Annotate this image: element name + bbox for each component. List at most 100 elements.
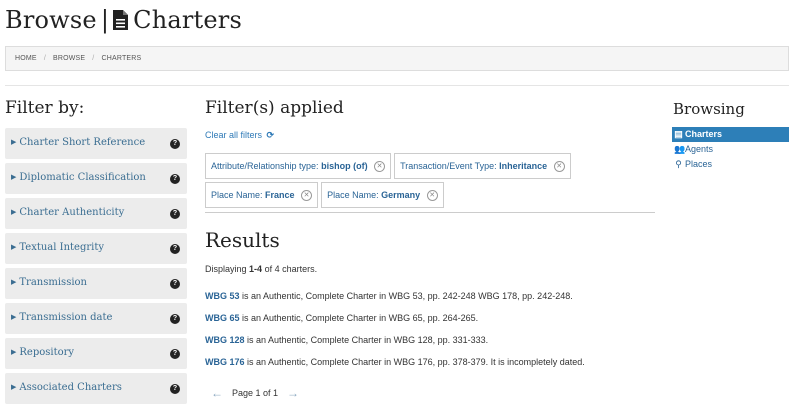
browse-nav-label: Places	[685, 159, 713, 169]
browsing-heading: Browsing	[673, 100, 745, 118]
page-indicator: Page 1 of 1	[232, 388, 279, 398]
caret-right-icon: ▶	[11, 173, 17, 181]
facet-label: Textual Integrity	[19, 242, 105, 253]
result-item: WBG 65 is an Authentic, Complete Charter…	[205, 313, 655, 335]
filter-chip: Place Name: France ✕	[205, 182, 319, 208]
remove-filter-icon[interactable]: ✕	[301, 190, 313, 201]
remove-filter-icon[interactable]: ✕	[374, 161, 386, 172]
results-count: Displaying 1-4 of 4 charters.	[205, 264, 317, 274]
chip-key: Attribute/Relationship type:	[211, 161, 319, 171]
caret-right-icon: ▶	[11, 383, 17, 391]
browse-nav-label: Charters	[685, 129, 723, 139]
next-page-button[interactable]: →	[287, 386, 299, 400]
facet-label: Transmission date	[19, 312, 113, 323]
help-icon[interactable]: ?	[170, 313, 180, 324]
help-icon[interactable]: ?	[170, 243, 180, 254]
facet-transmission[interactable]: ▶ Transmission ?	[5, 268, 187, 299]
pagination: ← Page 1 of 1 →	[211, 386, 299, 400]
facet-repository[interactable]: ▶ Repository ?	[5, 338, 187, 369]
facet-label: Transmission	[19, 277, 87, 288]
chip-key: Place Name:	[211, 190, 263, 200]
title-prefix: Browse	[5, 6, 97, 34]
applied-filter-chips: Attribute/Relationship type: bishop (of)…	[205, 153, 655, 211]
users-icon: 👥	[674, 144, 686, 154]
clear-all-filters-link[interactable]: Clear all filters ⟳	[205, 130, 274, 141]
help-icon[interactable]: ?	[170, 173, 180, 184]
displaying-suffix: of 4 charters.	[264, 264, 318, 274]
chip-value: Inheritance	[499, 161, 548, 171]
facet-charter-authenticity[interactable]: ▶ Charter Authenticity ?	[5, 198, 187, 229]
results-heading: Results	[205, 228, 280, 252]
result-item: WBG 53 is an Authentic, Complete Charter…	[205, 291, 655, 313]
page-title: Browse | Charters	[5, 6, 242, 34]
facet-charter-short-reference[interactable]: ▶ Charter Short Reference ?	[5, 128, 187, 159]
help-icon[interactable]: ?	[170, 348, 180, 359]
document-icon	[113, 10, 129, 30]
help-icon[interactable]: ?	[170, 278, 180, 289]
divider	[205, 212, 655, 213]
result-text: is an Authentic, Complete Charter in WBG…	[247, 357, 585, 367]
facet-label: Charter Authenticity	[19, 207, 125, 218]
facet-textual-integrity[interactable]: ▶ Textual Integrity ?	[5, 233, 187, 264]
filter-chip: Transaction/Event Type: Inheritance ✕	[394, 153, 571, 179]
result-link[interactable]: WBG 128	[205, 335, 245, 345]
facet-label: Associated Charters	[19, 382, 122, 393]
caret-right-icon: ▶	[11, 138, 17, 146]
result-text: is an Authentic, Complete Charter in WBG…	[242, 291, 573, 301]
document-icon: ▤	[674, 129, 683, 139]
chip-key: Transaction/Event Type:	[400, 161, 497, 171]
breadcrumb-charters: CHARTERS	[101, 55, 142, 62]
caret-right-icon: ▶	[11, 313, 17, 321]
result-text: is an Authentic, Complete Charter in WBG…	[247, 335, 489, 345]
help-icon[interactable]: ?	[170, 208, 180, 219]
filter-chip: Attribute/Relationship type: bishop (of)…	[205, 153, 392, 179]
caret-right-icon: ▶	[11, 278, 17, 286]
chip-key: Place Name:	[327, 190, 379, 200]
browse-nav-places[interactable]: ⚲ Places	[672, 157, 789, 172]
caret-right-icon: ▶	[11, 348, 17, 356]
facet-associated-charters[interactable]: ▶ Associated Charters ?	[5, 373, 187, 404]
filter-heading: Filter by:	[5, 98, 85, 118]
help-icon[interactable]: ?	[170, 138, 180, 149]
filter-chip: Place Name: Germany ✕	[321, 182, 444, 208]
applied-filters-heading: Filter(s) applied	[205, 98, 344, 118]
divider	[5, 85, 789, 86]
facet-list: ▶ Charter Short Reference ? ▶ Diplomatic C…	[5, 128, 187, 408]
displaying-prefix: Displaying	[205, 264, 247, 274]
displaying-range: 1-4	[249, 264, 263, 274]
result-link[interactable]: WBG 65	[205, 313, 240, 323]
browse-nav-agents[interactable]: 👥Agents	[672, 142, 789, 157]
breadcrumb: HOME / BROWSE / CHARTERS	[5, 46, 789, 71]
breadcrumb-divider: /	[43, 55, 46, 62]
facet-label: Diplomatic Classification	[19, 172, 146, 183]
caret-right-icon: ▶	[11, 208, 17, 216]
results-list: WBG 53 is an Authentic, Complete Charter…	[205, 291, 655, 379]
remove-filter-icon[interactable]: ✕	[426, 190, 438, 201]
result-link[interactable]: WBG 53	[205, 291, 240, 301]
map-marker-icon: ⚲	[675, 159, 682, 169]
facet-transmission-date[interactable]: ▶ Transmission date ?	[5, 303, 187, 334]
remove-filter-icon[interactable]: ✕	[553, 161, 565, 172]
chip-value: France	[265, 190, 295, 200]
browse-nav-charters[interactable]: ▤ Charters	[672, 127, 789, 142]
chip-value: Germany	[381, 190, 421, 200]
clear-all-label: Clear all filters	[205, 130, 263, 140]
prev-page-button[interactable]: ←	[211, 386, 223, 400]
help-icon[interactable]: ?	[170, 383, 180, 394]
browse-nav-label: Agents	[685, 144, 714, 154]
chip-value: bishop (of)	[321, 161, 368, 171]
breadcrumb-divider: /	[92, 55, 95, 62]
facet-label: Charter Short Reference	[19, 137, 146, 148]
title-separator: |	[100, 6, 110, 34]
facet-diplomatic-classification[interactable]: ▶ Diplomatic Classification ?	[5, 163, 187, 194]
title-text: Charters	[133, 6, 242, 34]
caret-right-icon: ▶	[11, 243, 17, 251]
result-text: is an Authentic, Complete Charter in WBG…	[242, 313, 479, 323]
result-item: WBG 128 is an Authentic, Complete Charte…	[205, 335, 655, 357]
breadcrumb-home[interactable]: HOME	[15, 55, 37, 62]
result-link[interactable]: WBG 176	[205, 357, 245, 367]
breadcrumb-browse[interactable]: BROWSE	[53, 55, 85, 62]
browse-nav: ▤ Charters 👥Agents ⚲ Places	[672, 127, 789, 172]
facet-label: Repository	[19, 347, 75, 358]
refresh-icon: ⟳	[266, 130, 275, 140]
